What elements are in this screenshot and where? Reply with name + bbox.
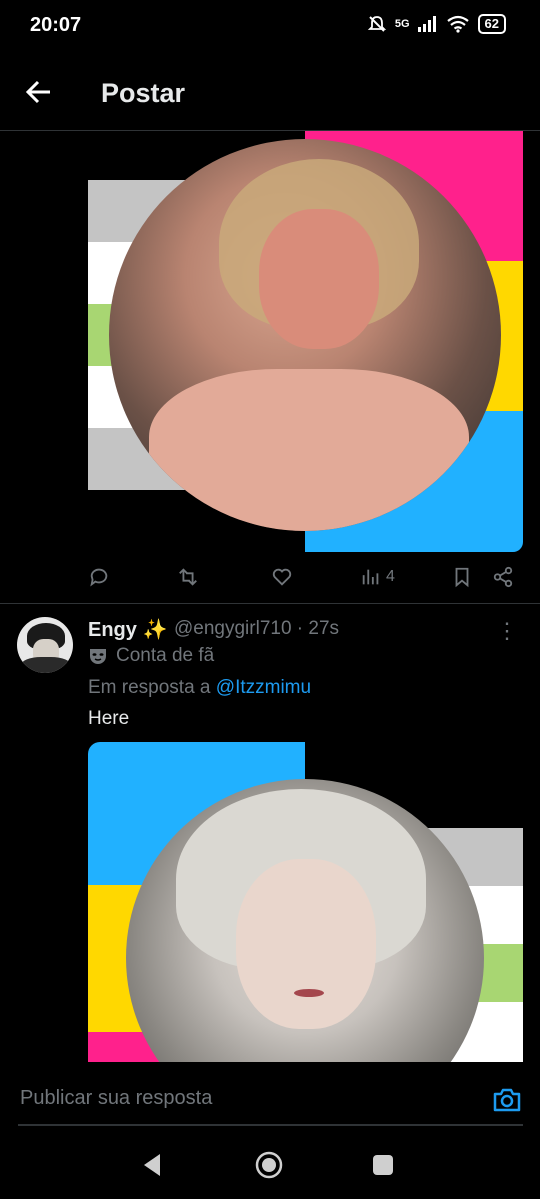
avatar[interactable] — [17, 617, 73, 673]
heart-icon — [272, 568, 292, 586]
nav-back-icon[interactable] — [140, 1150, 164, 1180]
page-title: Postar — [101, 78, 186, 108]
repost-action[interactable] — [177, 566, 199, 588]
like-action[interactable] — [271, 566, 293, 588]
tweet-text: Here — [88, 708, 130, 729]
status-time: 20:07 — [30, 14, 82, 36]
share-icon — [493, 566, 513, 588]
views-chart-icon — [362, 569, 379, 585]
reply-action[interactable] — [88, 566, 110, 588]
battery-indicator: 62 — [477, 14, 506, 34]
signal-icon — [417, 16, 436, 32]
post-divider — [0, 603, 540, 604]
mute-bell-icon — [367, 16, 387, 32]
arrow-left-icon[interactable] — [24, 76, 56, 108]
status-icons: 5G 62 — [367, 14, 506, 34]
network-label: 5G — [394, 18, 410, 30]
fan-account-label: Conta de fã — [116, 645, 215, 666]
views-action[interactable]: 4 — [360, 566, 395, 588]
more-vertical-icon[interactable]: ⋮ — [496, 618, 518, 644]
wifi-icon — [446, 15, 469, 33]
reply-prefix: Em resposta a — [88, 677, 216, 698]
author-name[interactable]: Engy ✨ — [88, 617, 167, 642]
repost-icon — [179, 568, 197, 586]
nav-home-icon[interactable] — [254, 1150, 284, 1180]
bookmark-action[interactable] — [451, 566, 473, 588]
bookmark-icon — [455, 567, 469, 588]
comment-icon — [90, 568, 108, 587]
mask-icon — [90, 649, 106, 664]
fan-account-badge: Conta de fã — [88, 645, 214, 667]
portrait-photo-1 — [109, 139, 501, 531]
post-image-1[interactable] — [88, 131, 523, 552]
views-count: 4 — [386, 568, 395, 585]
reply-context: Em resposta a @Itzzmimu — [88, 677, 311, 699]
reply-input[interactable] — [18, 1086, 462, 1111]
share-action[interactable] — [492, 566, 514, 588]
post-image-2[interactable] — [88, 742, 523, 1062]
nav-recents-icon[interactable] — [371, 1150, 395, 1180]
author-handle[interactable]: @engygirl710 · 27s — [174, 618, 339, 640]
mention-link[interactable]: @Itzzmimu — [216, 677, 311, 698]
camera-icon[interactable] — [492, 1085, 522, 1115]
composer-underline — [18, 1124, 523, 1126]
